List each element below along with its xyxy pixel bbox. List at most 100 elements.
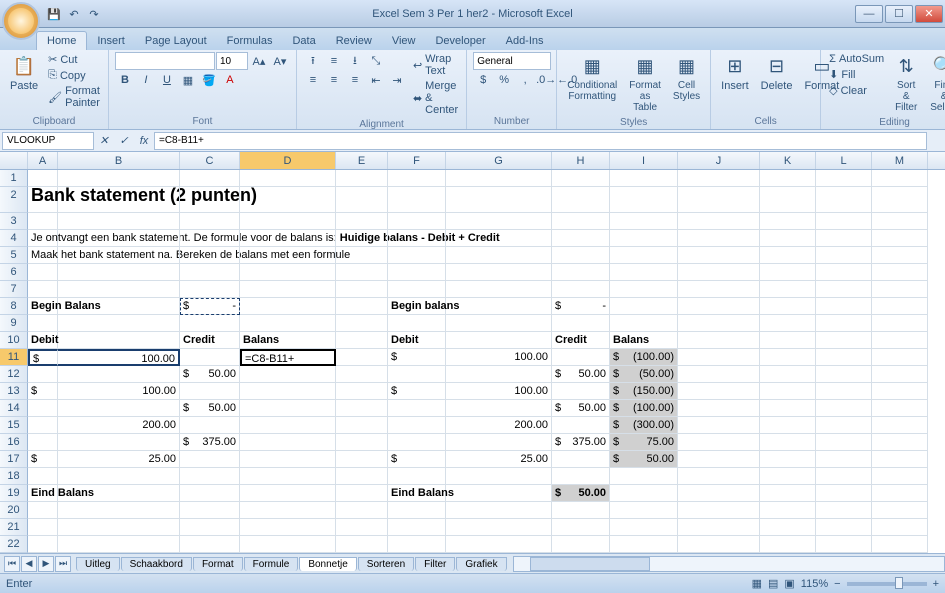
cell-A15[interactable] — [28, 417, 58, 434]
cell-F15[interactable] — [388, 417, 446, 434]
horizontal-scrollbar[interactable] — [513, 556, 945, 572]
row-header-21[interactable]: 21 — [0, 519, 28, 536]
cell-B2[interactable] — [58, 187, 180, 213]
row-header-22[interactable]: 22 — [0, 536, 28, 553]
cell-C20[interactable] — [180, 502, 240, 519]
column-header-G[interactable]: G — [446, 152, 552, 169]
undo-icon[interactable]: ↶ — [66, 6, 82, 22]
cell-F14[interactable] — [388, 400, 446, 417]
name-box[interactable]: VLOOKUP — [2, 132, 94, 150]
cell-J22[interactable] — [678, 536, 760, 553]
cell-H8[interactable]: $- — [552, 298, 610, 315]
cell-I10[interactable]: Balans — [610, 332, 678, 349]
column-header-I[interactable]: I — [610, 152, 678, 169]
cell-D8[interactable] — [240, 298, 336, 315]
cell-K14[interactable] — [760, 400, 816, 417]
cell-E15[interactable] — [336, 417, 388, 434]
cell-E8[interactable] — [336, 298, 388, 315]
cell-M22[interactable] — [872, 536, 928, 553]
row-header-16[interactable]: 16 — [0, 434, 28, 451]
accept-formula-button[interactable]: ✓ — [114, 132, 134, 150]
cell-I6[interactable] — [610, 264, 678, 281]
tab-page-layout[interactable]: Page Layout — [135, 32, 217, 50]
cell-L16[interactable] — [816, 434, 872, 451]
tab-addins[interactable]: Add-Ins — [496, 32, 554, 50]
cell-M2[interactable] — [872, 187, 928, 213]
cell-L11[interactable] — [816, 349, 872, 366]
cell-H15[interactable] — [552, 417, 610, 434]
cell-D22[interactable] — [240, 536, 336, 553]
next-sheet-button[interactable]: ▶ — [38, 556, 54, 572]
cell-J12[interactable] — [678, 366, 760, 383]
cell-B14[interactable] — [58, 400, 180, 417]
cell-K2[interactable] — [760, 187, 816, 213]
cell-D13[interactable] — [240, 383, 336, 400]
cell-M4[interactable] — [872, 230, 928, 247]
view-break-button[interactable]: ▣ — [784, 577, 794, 590]
cell-K13[interactable] — [760, 383, 816, 400]
cell-M18[interactable] — [872, 468, 928, 485]
font-size-combo[interactable]: 10 — [216, 52, 248, 70]
zoom-slider[interactable] — [847, 582, 927, 586]
cell-H6[interactable] — [552, 264, 610, 281]
column-header-B[interactable]: B — [58, 152, 180, 169]
column-header-J[interactable]: J — [678, 152, 760, 169]
cell-F3[interactable] — [388, 213, 446, 230]
cell-L14[interactable] — [816, 400, 872, 417]
cell-B3[interactable] — [58, 213, 180, 230]
row-header-7[interactable]: 7 — [0, 281, 28, 298]
cell-J20[interactable] — [678, 502, 760, 519]
cell-E2[interactable] — [336, 187, 388, 213]
cell-J9[interactable] — [678, 315, 760, 332]
decrease-indent-button[interactable]: ⇤ — [366, 71, 386, 89]
row-header-11[interactable]: 11 — [0, 349, 28, 366]
cell-M21[interactable] — [872, 519, 928, 536]
cell-M14[interactable] — [872, 400, 928, 417]
cell-F11[interactable]: $ — [388, 349, 446, 366]
cell-E16[interactable] — [336, 434, 388, 451]
cell-G8[interactable] — [446, 298, 552, 315]
cell-G2[interactable] — [446, 187, 552, 213]
conditional-formatting-button[interactable]: ▦Conditional Formatting — [563, 52, 621, 104]
cell-C16[interactable]: $375.00 — [180, 434, 240, 451]
cell-L5[interactable] — [816, 247, 872, 264]
cell-D7[interactable] — [240, 281, 336, 298]
row-header-6[interactable]: 6 — [0, 264, 28, 281]
cell-C15[interactable] — [180, 417, 240, 434]
cell-L19[interactable] — [816, 485, 872, 502]
cell-D15[interactable] — [240, 417, 336, 434]
cell-H10[interactable]: Credit — [552, 332, 610, 349]
cell-M9[interactable] — [872, 315, 928, 332]
cell-M6[interactable] — [872, 264, 928, 281]
bold-button[interactable]: B — [115, 71, 135, 89]
cell-L3[interactable] — [816, 213, 872, 230]
cell-L12[interactable] — [816, 366, 872, 383]
cell-J15[interactable] — [678, 417, 760, 434]
cell-M1[interactable] — [872, 170, 928, 187]
cell-G1[interactable] — [446, 170, 552, 187]
cell-D5[interactable] — [240, 247, 336, 264]
save-icon[interactable]: 💾 — [46, 6, 62, 22]
cell-G16[interactable] — [446, 434, 552, 451]
column-header-A[interactable]: A — [28, 152, 58, 169]
cell-F2[interactable] — [388, 187, 446, 213]
wrap-text-button[interactable]: ↩Wrap Text — [411, 52, 460, 78]
cell-E9[interactable] — [336, 315, 388, 332]
cell-B16[interactable] — [58, 434, 180, 451]
cell-C8[interactable]: $- — [180, 298, 240, 315]
cell-G3[interactable] — [446, 213, 552, 230]
cell-E5[interactable] — [336, 247, 388, 264]
cell-K12[interactable] — [760, 366, 816, 383]
cell-A8[interactable]: Begin Balans — [28, 298, 58, 315]
cell-H7[interactable] — [552, 281, 610, 298]
cell-C12[interactable]: $50.00 — [180, 366, 240, 383]
row-header-17[interactable]: 17 — [0, 451, 28, 468]
cell-M13[interactable] — [872, 383, 928, 400]
office-button[interactable] — [2, 2, 40, 40]
cell-E20[interactable] — [336, 502, 388, 519]
cell-J14[interactable] — [678, 400, 760, 417]
zoom-in-button[interactable]: + — [933, 578, 939, 590]
percent-button[interactable]: % — [494, 71, 514, 89]
border-button[interactable]: ▦ — [178, 71, 198, 89]
cell-D20[interactable] — [240, 502, 336, 519]
